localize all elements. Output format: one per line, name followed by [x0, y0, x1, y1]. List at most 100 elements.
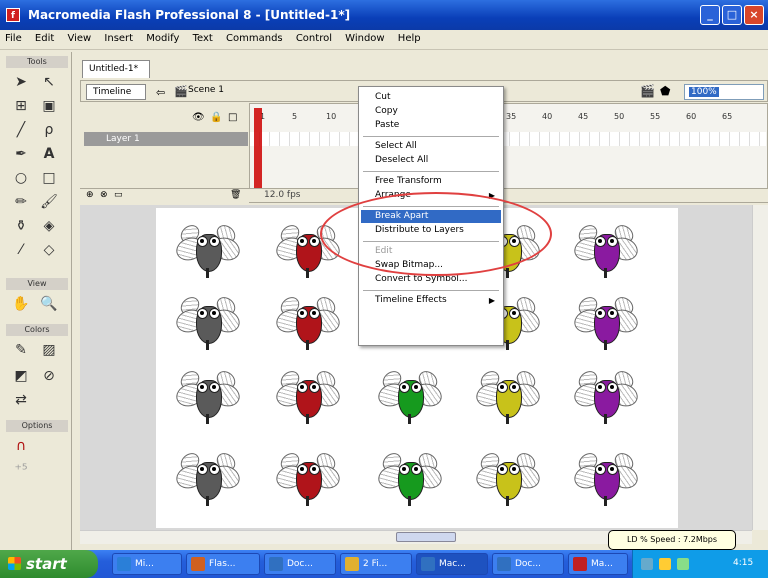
edit-symbol-icon[interactable]: ⬟ [660, 84, 670, 98]
document-tab[interactable]: Untitled-1* [82, 60, 150, 78]
context-menu-item-select-all[interactable]: Select All [361, 140, 501, 153]
default-colors-icon[interactable]: ◩ [10, 366, 32, 386]
start-button[interactable]: start [0, 550, 98, 578]
insert-layer-icon[interactable]: ⊕ [86, 190, 94, 200]
playhead[interactable] [254, 108, 262, 188]
menu-window[interactable]: Window [340, 30, 389, 47]
context-menu-item-label: Free Transform [375, 176, 442, 186]
lock-icon[interactable]: 🔒 [210, 112, 222, 123]
smooth-icon[interactable]: ⁺⁵ [10, 460, 32, 480]
menu-text[interactable]: Text [188, 30, 218, 47]
fly-graphic[interactable] [273, 367, 343, 426]
title-bar: f Macromedia Flash Professional 8 - [Unt… [0, 0, 768, 30]
fly-graphic[interactable] [173, 449, 243, 508]
line-tool-icon[interactable]: ╱ [10, 120, 32, 140]
menu-control[interactable]: Control [291, 30, 337, 47]
edit-scene-icon[interactable]: 🎬 [640, 84, 655, 98]
outline-icon[interactable]: □ [228, 112, 237, 123]
maximize-button[interactable]: □ [722, 5, 742, 25]
swap-colors-icon[interactable]: ⇄ [10, 390, 32, 410]
no-color-icon[interactable]: ⊘ [38, 366, 60, 386]
submenu-arrow-icon: ▶ [488, 296, 495, 305]
gradient-transform-tool-icon[interactable]: ▣ [38, 96, 60, 116]
layer-row[interactable]: Layer 1 [84, 132, 248, 146]
lasso-tool-icon[interactable]: ρ [38, 120, 60, 140]
delete-layer-icon[interactable]: 🗑 [230, 190, 241, 200]
windows-logo-icon [8, 557, 21, 570]
taskbar-button[interactable]: Ma... [568, 553, 628, 575]
taskbar-button[interactable]: Mac... [416, 553, 488, 575]
fly-graphic[interactable] [173, 221, 243, 280]
fly-graphic[interactable] [375, 367, 445, 426]
fly-graphic[interactable] [375, 449, 445, 508]
context-menu-item-deselect-all[interactable]: Deselect All [361, 154, 501, 167]
text-tool-icon[interactable]: A [38, 144, 60, 164]
menu-modify[interactable]: Modify [141, 30, 184, 47]
paint-bucket-tool-icon[interactable]: ◈ [38, 216, 60, 236]
pen-tool-icon[interactable]: ✒ [10, 144, 32, 164]
fly-graphic[interactable] [273, 449, 343, 508]
rectangle-tool-icon[interactable]: □ [38, 168, 60, 188]
fly-graphic[interactable] [571, 221, 641, 280]
taskbar-button[interactable]: Mi... [112, 553, 182, 575]
eraser-tool-icon[interactable]: ◇ [38, 240, 60, 260]
context-menu-item-free-transform[interactable]: Free Transform [361, 175, 501, 188]
taskbar-button[interactable]: 2 Fi... [340, 553, 412, 575]
app-icon [269, 557, 283, 571]
frame-grid[interactable] [250, 132, 766, 146]
frame-number: 10 [326, 112, 337, 121]
frame-number: 60 [686, 112, 697, 121]
context-menu-item-label: Timeline Effects [375, 295, 447, 305]
zoom-select[interactable]: 100% [684, 84, 764, 100]
back-arrow-icon[interactable]: ⇦ [156, 86, 165, 99]
menu-bar: File Edit View Insert Modify Text Comman… [0, 30, 768, 50]
vertical-scrollbar[interactable] [752, 205, 768, 530]
fly-graphic[interactable] [571, 367, 641, 426]
subselection-tool-icon[interactable]: ↖ [38, 72, 60, 92]
eye-icon[interactable]: 👁 [192, 112, 205, 123]
fly-graphic[interactable] [571, 293, 641, 352]
menu-file[interactable]: File [0, 30, 27, 47]
fly-graphic[interactable] [273, 293, 343, 352]
security-icon[interactable] [677, 558, 689, 570]
ink-bottle-tool-icon[interactable]: ⚱ [10, 216, 32, 236]
menu-help[interactable]: Help [393, 30, 426, 47]
fly-graphic[interactable] [473, 367, 543, 426]
taskbar-button[interactable]: Flas... [186, 553, 260, 575]
context-menu-item-copy[interactable]: Copy [361, 105, 501, 118]
snap-magnet-icon[interactable]: ∩ [10, 436, 32, 456]
fly-graphic[interactable] [473, 449, 543, 508]
pencil-tool-icon[interactable]: ✏ [10, 192, 32, 212]
zoom-tool-icon[interactable]: 🔍 [38, 294, 60, 314]
timeline-button[interactable]: Timeline [86, 84, 146, 100]
context-menu-item-paste[interactable]: Paste [361, 119, 501, 132]
free-transform-tool-icon[interactable]: ⊞ [10, 96, 32, 116]
volume-icon[interactable] [659, 558, 671, 570]
insert-folder-icon[interactable]: ▭ [114, 190, 123, 200]
taskbar-button[interactable]: Doc... [264, 553, 336, 575]
stroke-color-icon[interactable]: ✎ [10, 340, 32, 360]
context-menu-item-cut[interactable]: Cut [361, 91, 501, 104]
layer-name: Layer 1 [106, 134, 140, 144]
add-guide-layer-icon[interactable]: ⊗ [100, 190, 108, 200]
network-icon[interactable] [641, 558, 653, 570]
scene-label[interactable]: Scene 1 [188, 85, 224, 95]
fly-graphic[interactable] [173, 367, 243, 426]
selection-tool-icon[interactable]: ➤ [10, 72, 32, 92]
menu-commands[interactable]: Commands [221, 30, 288, 47]
minimize-button[interactable]: _ [700, 5, 720, 25]
menu-insert[interactable]: Insert [99, 30, 138, 47]
oval-tool-icon[interactable]: ○ [10, 168, 32, 188]
close-button[interactable]: × [744, 5, 764, 25]
fly-graphic[interactable] [571, 449, 641, 508]
menu-view[interactable]: View [62, 30, 96, 47]
fly-graphic[interactable] [173, 293, 243, 352]
hand-tool-icon[interactable]: ✋ [10, 294, 32, 314]
horizontal-scroll-thumb[interactable] [396, 532, 456, 542]
taskbar-button[interactable]: Doc... [492, 553, 564, 575]
fill-color-icon[interactable]: ▨ [38, 340, 60, 360]
context-menu-item-timeline-effects[interactable]: Timeline Effects ▶ [361, 294, 501, 307]
eyedropper-tool-icon[interactable]: ⁄ [10, 240, 32, 260]
menu-edit[interactable]: Edit [30, 30, 59, 47]
brush-tool-icon[interactable]: 🖌 [38, 192, 60, 212]
